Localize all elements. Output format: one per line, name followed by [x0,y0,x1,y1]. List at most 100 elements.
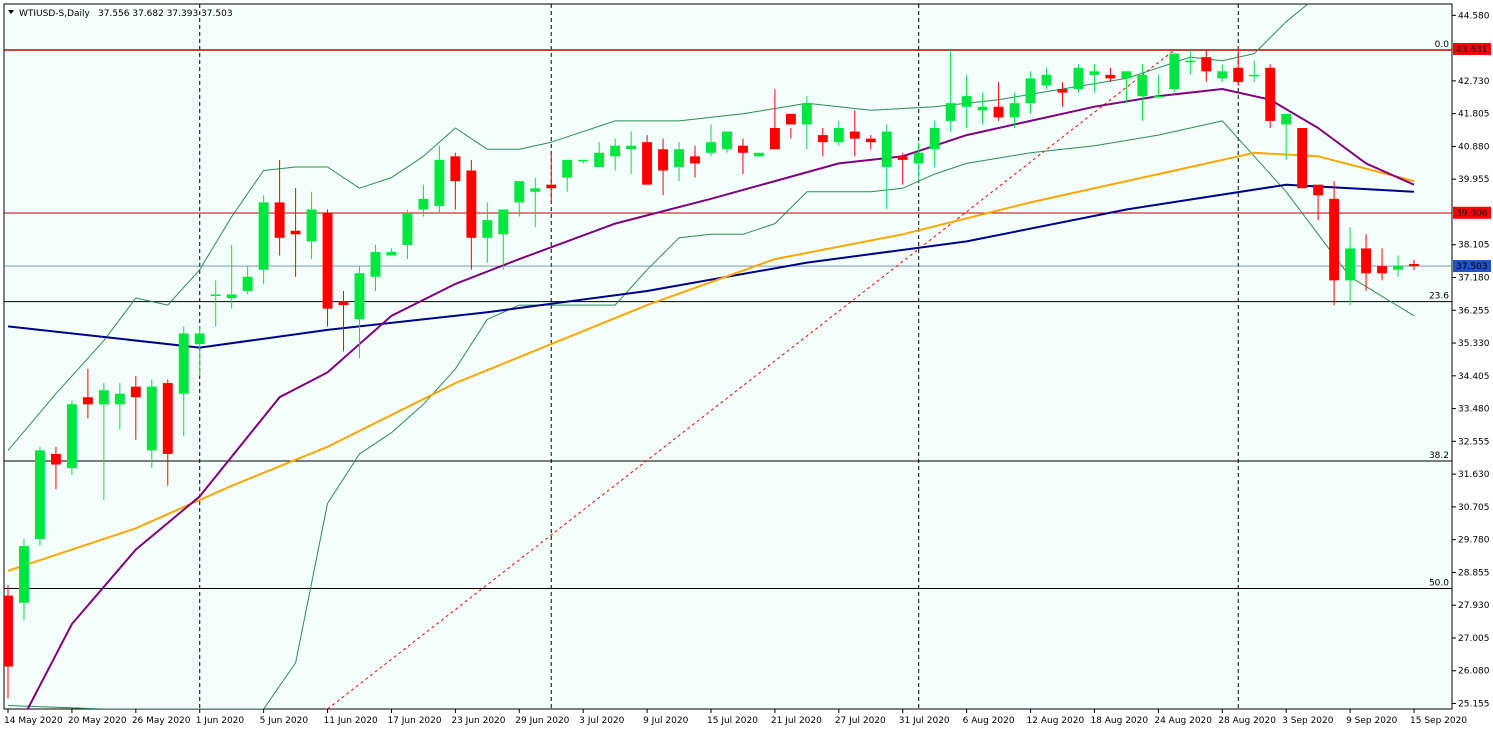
price-tick-label: 27.930 [1458,601,1490,611]
date-tick-label: 28 Aug 2020 [1218,716,1276,726]
chart-window[interactable]: 0.0 23.6 38.2 50.0 44.580 42.730 41.805 40.880 3… [0,0,1493,731]
candle-body [993,106,1004,118]
candle-body [1313,184,1324,196]
candle-body [690,156,700,164]
price-tick-label: 37.180 [1458,273,1490,283]
candle-body [1329,198,1340,281]
date-tick-label: 21 Jul 2020 [771,716,822,726]
candle-body [258,202,269,270]
date-tick-label: 23 Jun 2020 [451,716,505,726]
date-tick-label: 3 Jul 2020 [579,716,624,726]
candle-body [961,96,972,107]
candle-body [1409,264,1419,267]
candle-body [210,294,221,297]
candle-body [1105,74,1116,79]
date-tick-label: 3 Sep 2020 [1282,716,1334,726]
price-tag-label: 37.503 [1456,262,1488,272]
candle-body [833,127,844,143]
candle-body [865,138,876,143]
price-tick-label: 36.255 [1458,306,1490,316]
date-tick-label: 29 Jun 2020 [515,716,569,726]
date-tick-label: 27 Jul 2020 [835,716,886,726]
candle-body [1153,96,1164,98]
candle-body [162,383,173,454]
candle-body [769,127,780,150]
fib-level-label: 23.6 [1429,292,1449,302]
candle-body [1185,60,1196,63]
candle-body [274,202,285,238]
candle-body [945,103,956,121]
price-tick-label: 29.780 [1458,536,1490,546]
candle-body [1121,71,1132,79]
candle-body [290,230,301,235]
candle-body [562,159,573,178]
candle-body [801,103,812,125]
price-tick-label: 30.705 [1458,503,1490,513]
date-tick-label: 6 Aug 2020 [963,716,1015,726]
candle-body [722,131,732,150]
candle-body [66,404,77,469]
price-tick-label: 27.005 [1458,634,1490,644]
candle-body [594,152,605,167]
price-tick-label: 32.555 [1458,437,1490,447]
date-tick-label: 14 May 2020 [4,716,63,726]
candle-body [626,145,637,150]
candle-body [82,397,93,405]
fib-level-label: 0.0 [1435,40,1450,50]
candle-body [1281,113,1292,125]
price-tag-label: 39.006 [1456,209,1488,219]
candle-body [817,135,828,143]
candle-body [578,159,589,162]
price-chart[interactable]: 0.0 23.6 38.2 50.0 44.580 42.730 41.805 40.880 3… [0,0,1493,731]
candle-body [514,181,525,203]
plot-area [3,3,1453,710]
candle-body [610,145,621,157]
candle-body [1057,89,1068,93]
candle-body [306,209,317,242]
date-tick-label: 5 Jun 2020 [260,716,309,726]
date-tick-label: 9 Sep 2020 [1346,716,1398,726]
candle-body [913,152,924,164]
candle-body [1361,248,1372,274]
candle-body [674,149,684,167]
candle-body [1073,67,1084,90]
candle-body [1377,266,1387,274]
candle-body [546,184,557,189]
candle-body [1137,74,1148,97]
price-tick-label: 39.955 [1458,175,1490,185]
candle-body [130,386,141,398]
candle-body [530,188,541,192]
candle-body [753,152,764,157]
date-tick-label: 24 Aug 2020 [1154,716,1212,726]
chart-symbol: WTIUSD-S,Daily [19,9,91,19]
candle-body [1025,78,1036,104]
candle-body [929,127,940,150]
candle-body [482,220,493,238]
candle-body [1297,127,1308,189]
candle-body [450,156,461,182]
candle-body [402,213,413,245]
candle-body [642,142,653,185]
candle-body [897,156,908,160]
candle-body [1201,57,1212,72]
candle-body [338,301,349,306]
candle-body [178,333,189,394]
candle-body [1233,67,1244,82]
candle-body [498,209,509,235]
date-tick-label: 20 May 2020 [68,716,127,726]
date-tick-label: 9 Jul 2020 [643,716,688,726]
candle-body [242,276,253,291]
date-tick-label: 11 Jun 2020 [324,716,378,726]
date-tick-label: 1 Jun 2020 [196,716,245,726]
candle-body [194,333,205,345]
candle-body [881,131,892,167]
candle-body [418,198,429,210]
fib-level-label: 38.2 [1429,451,1449,461]
date-tick-label: 15 Sep 2020 [1410,716,1467,726]
candle-body [354,273,365,320]
fib-level-label: 50.0 [1429,579,1449,589]
candle-body [658,149,669,171]
candle-body [386,251,397,256]
price-tick-label: 31.630 [1458,470,1490,480]
candle-body [977,106,988,111]
